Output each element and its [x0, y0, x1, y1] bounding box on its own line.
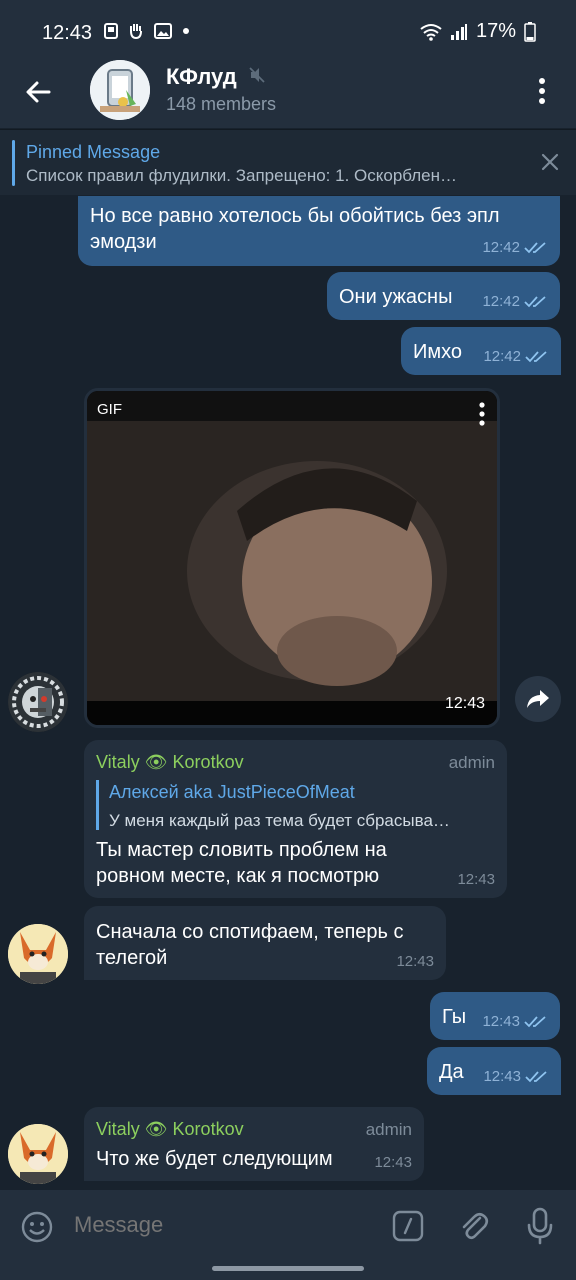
message-text: Да [439, 1061, 464, 1083]
double-check-icon [524, 1015, 546, 1027]
avatar[interactable] [8, 1124, 68, 1184]
message-time: 12:42 [482, 239, 520, 256]
message-text: Что же будет следующим [96, 1148, 333, 1170]
message-bubble[interactable]: Гы 12:43 [430, 992, 560, 1040]
sender-name[interactable]: Vitaly 👁 Korotkov [96, 1117, 244, 1142]
reply-sender: Алексей aka JustPieceOfMeat [109, 782, 355, 802]
message-time: 12:43 [483, 1068, 521, 1085]
pinned-text: Список правил флудилки. Запрещено: 1. Ос… [26, 166, 458, 185]
message-bubble[interactable]: Vitaly 👁 Korotkov admin Алексей aka Just… [84, 740, 507, 898]
notification-icon [104, 23, 118, 39]
attach-icon[interactable] [456, 1208, 492, 1244]
more-menu-icon[interactable] [528, 76, 556, 106]
message-text-line: телегой [96, 947, 168, 969]
reply-preview[interactable]: Алексей aka JustPieceOfMeat У меня кажды… [96, 780, 496, 830]
member-count: 148 members [166, 94, 277, 114]
pinned-message[interactable]: Pinned Message Список правил флудилки. З… [0, 129, 576, 195]
hand-icon [130, 24, 142, 40]
message-time: 12:43 [482, 1013, 520, 1030]
message-text-line: Ты мастер словить проблем на [96, 839, 387, 861]
bot-command-icon[interactable] [392, 1210, 424, 1242]
double-check-icon [524, 241, 546, 253]
message-time: 12:43 [396, 953, 434, 970]
close-icon[interactable] [540, 152, 560, 172]
message-text-line: Сначала со спотифаем, теперь с [96, 921, 404, 943]
pinned-title: Pinned Message [26, 142, 161, 162]
status-time: 12:43 [42, 22, 93, 44]
message-bubble[interactable]: Vitaly 👁 Korotkov admin Что же будет сле… [84, 1107, 424, 1181]
message-time: 12:43 [374, 1154, 412, 1171]
double-check-icon [525, 350, 547, 362]
emoji-icon[interactable] [20, 1210, 54, 1244]
message-input[interactable] [74, 1212, 354, 1238]
chat-avatar[interactable] [90, 60, 150, 120]
message-bubble[interactable]: Но все равно хотелось бы обойтись без эп… [78, 196, 560, 266]
dot-icon [183, 28, 189, 34]
gif-image [87, 391, 497, 725]
message-text: Имхо [413, 341, 463, 363]
message-text-line: Но все равно хотелось бы обойтись без эп… [90, 205, 500, 227]
chat-title[interactable]: КФлуд [166, 64, 237, 90]
message-time: 12:43 [457, 871, 495, 888]
share-arrow-icon [527, 690, 549, 708]
message-bubble[interactable]: Сначала со спотифаем, теперь с телегой 1… [84, 906, 446, 980]
image-icon [154, 23, 172, 39]
message-text-line: ровном месте, как я посмотрю [96, 865, 380, 887]
wifi-icon [420, 23, 442, 41]
sender-name[interactable]: Vitaly 👁 Korotkov [96, 750, 244, 775]
message-text-line: эмодзи [90, 231, 157, 253]
message-text: Гы [442, 1006, 467, 1028]
double-check-icon [525, 1070, 547, 1082]
pinned-indicator [12, 140, 15, 186]
message-time: 12:42 [482, 293, 520, 310]
battery-percent: 17% [475, 20, 516, 42]
gif-media[interactable]: GIF 12:43 [84, 388, 500, 728]
message-bubble[interactable]: Да 12:43 [427, 1047, 561, 1095]
reply-text: У меня каждый раз тема будет сбрасыва… [109, 811, 450, 830]
double-check-icon [524, 295, 546, 307]
mute-icon [249, 67, 265, 83]
message-time: 12:42 [483, 348, 521, 365]
message-bubble[interactable]: Они ужасны 12:42 [327, 272, 560, 320]
home-indicator[interactable] [212, 1266, 364, 1271]
avatar[interactable] [8, 672, 68, 732]
gif-menu-icon[interactable] [477, 401, 487, 427]
message-bubble[interactable]: Имхо 12:42 [401, 327, 561, 375]
avatar[interactable] [8, 924, 68, 984]
admin-badge: admin [365, 1120, 412, 1139]
admin-badge: admin [448, 753, 495, 772]
status-bar: 12:43 17% [0, 0, 576, 52]
message-text: Они ужасны [339, 286, 453, 308]
message-time: 12:43 [444, 695, 485, 712]
back-arrow-icon[interactable] [22, 76, 54, 108]
share-button[interactable] [515, 676, 561, 722]
chat-header: КФлуд 148 members [0, 52, 576, 128]
signal-icon [450, 23, 467, 40]
gif-label: GIF [97, 401, 122, 418]
microphone-icon[interactable] [524, 1206, 556, 1246]
battery-icon [524, 21, 536, 42]
